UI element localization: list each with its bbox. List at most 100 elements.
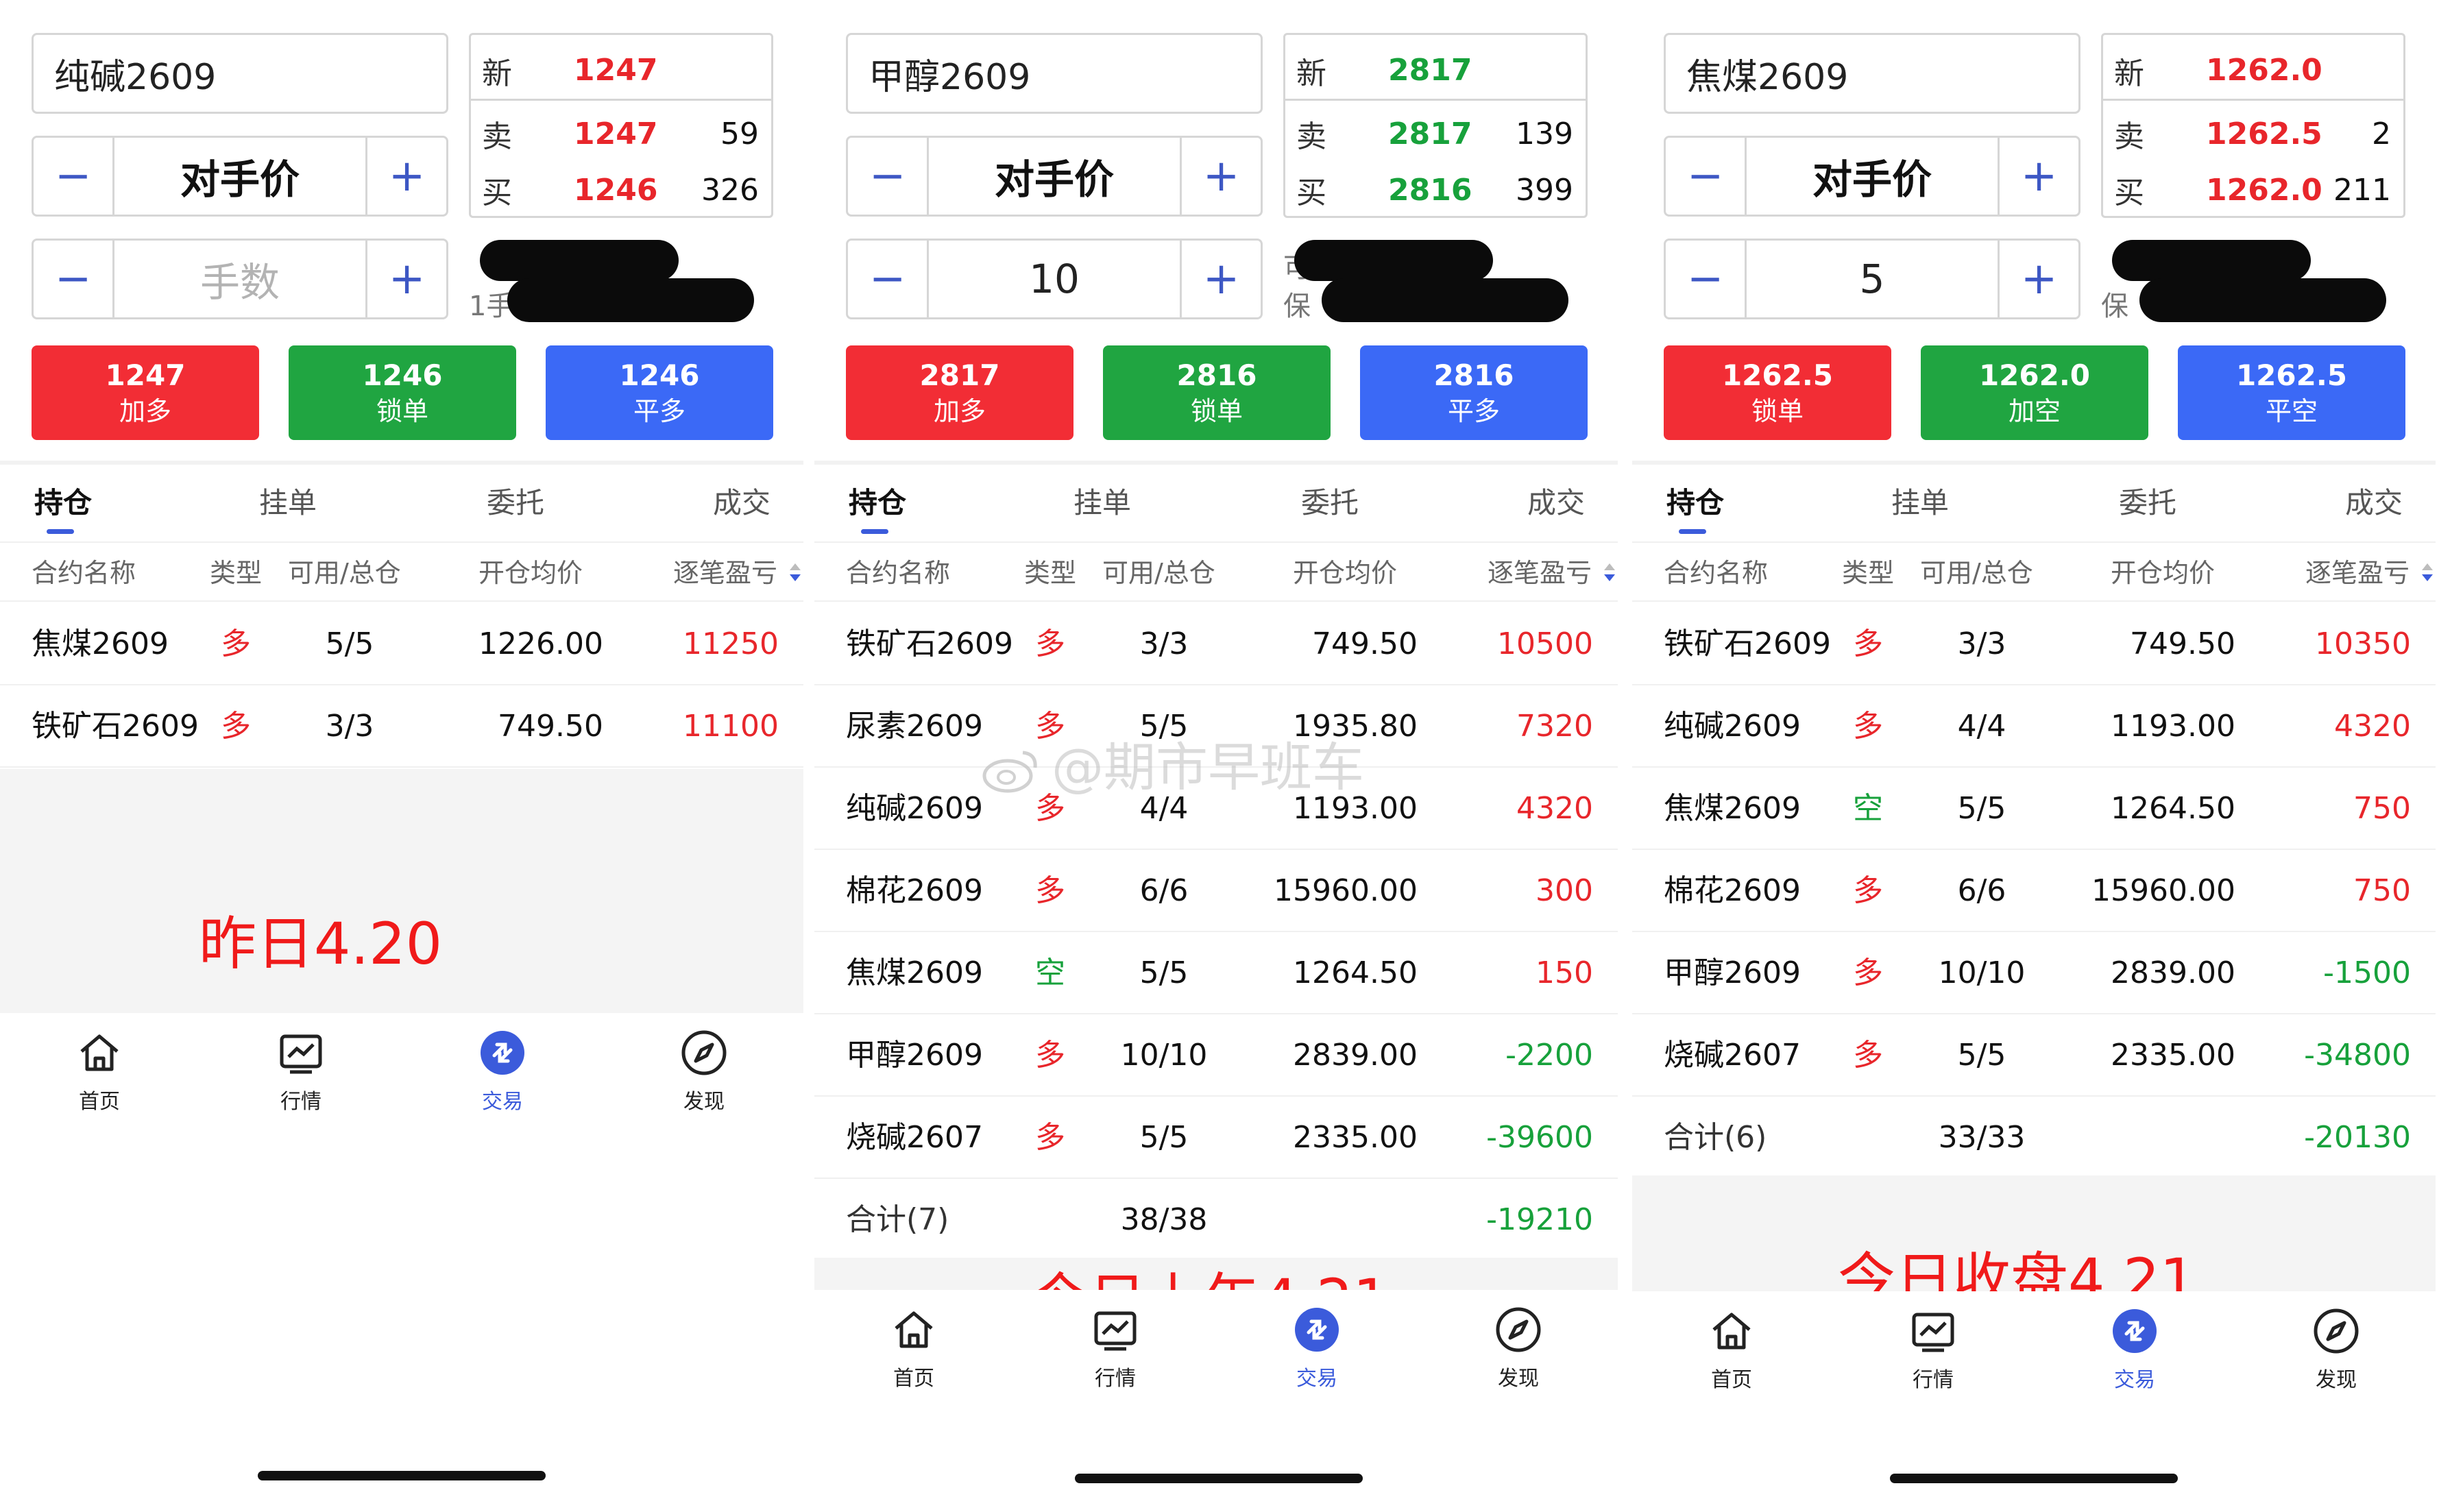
quantity-stepper[interactable]: −5 + bbox=[1664, 239, 2080, 319]
contract-input[interactable]: 焦煤2609 bbox=[1664, 33, 2080, 114]
quantity-stepper[interactable]: −10 + bbox=[846, 239, 1263, 319]
sort-icon[interactable] bbox=[1603, 563, 1616, 583]
position-tabs: 持仓 挂单 委托 成交 bbox=[814, 473, 1618, 533]
tab-4[interactable]: 成交 bbox=[713, 473, 770, 533]
tab-2[interactable]: 挂单 bbox=[1891, 473, 1949, 533]
tab-1[interactable]: 持仓 bbox=[34, 473, 92, 533]
table-row[interactable]: 铁矿石2609 多 3/3 749.50 10500 bbox=[814, 603, 1618, 685]
qty-decrease-button[interactable]: − bbox=[34, 241, 114, 317]
table-row[interactable]: 铁矿石2609 多 3/3 749.50 11100 bbox=[0, 685, 803, 768]
price-increase-button[interactable]: + bbox=[365, 138, 446, 215]
tab-2[interactable]: 挂单 bbox=[259, 473, 317, 533]
order-button-label: 加多 bbox=[933, 396, 986, 426]
nav-item-1[interactable]: 首页 bbox=[862, 1290, 965, 1391]
tab-1[interactable]: 持仓 bbox=[1666, 473, 1724, 533]
sort-icon[interactable] bbox=[788, 563, 802, 583]
table-row[interactable]: 烧碱2607 多 5/5 2335.00 -34800 bbox=[1632, 1014, 2436, 1097]
quantity-input[interactable]: 手数 bbox=[114, 250, 365, 308]
table-row[interactable]: 纯碱2609 多 4/4 1193.00 4320 bbox=[1632, 685, 2436, 768]
price-mode-stepper[interactable]: − 对手价 + bbox=[1664, 136, 2080, 217]
tab-4[interactable]: 成交 bbox=[1527, 473, 1585, 533]
price-decrease-button[interactable]: − bbox=[848, 138, 929, 215]
qty-increase-button[interactable]: + bbox=[1180, 241, 1261, 317]
column-header[interactable]: 逐笔盈亏 bbox=[1488, 543, 1592, 603]
price-decrease-button[interactable]: − bbox=[34, 138, 114, 215]
price-increase-button[interactable]: + bbox=[1180, 138, 1261, 215]
position-quantity: 3/3 bbox=[1139, 626, 1189, 661]
table-row[interactable]: 烧碱2607 多 5/5 2335.00 -39600 bbox=[814, 1097, 1618, 1179]
order-button-2[interactable]: 2816 锁单 bbox=[1103, 345, 1331, 440]
qty-decrease-button[interactable]: − bbox=[848, 241, 929, 317]
order-button-3[interactable]: 1246 平多 bbox=[546, 345, 773, 440]
order-button-price: 1262.5 bbox=[2235, 358, 2348, 392]
qty-increase-button[interactable]: + bbox=[1998, 241, 2078, 317]
tab-3[interactable]: 委托 bbox=[487, 473, 544, 533]
tab-3[interactable]: 委托 bbox=[2119, 473, 2176, 533]
order-button-1[interactable]: 2817 加多 bbox=[846, 345, 1073, 440]
qty-increase-button[interactable]: + bbox=[365, 241, 446, 317]
qty-decrease-button[interactable]: − bbox=[1666, 241, 1747, 317]
open-average-price: 1193.00 bbox=[2111, 709, 2235, 744]
price-mode-stepper[interactable]: − 对手价 + bbox=[846, 136, 1263, 217]
nav-item-3[interactable]: 交易 bbox=[451, 1013, 554, 1114]
price-mode-value[interactable]: 对手价 bbox=[929, 147, 1180, 205]
column-header[interactable]: 逐笔盈亏 bbox=[673, 543, 777, 603]
position-pnl: 7320 bbox=[1516, 709, 1593, 744]
column-header[interactable]: 逐笔盈亏 bbox=[2305, 543, 2410, 603]
price-mode-value[interactable]: 对手价 bbox=[1747, 147, 1998, 205]
tab-3[interactable]: 委托 bbox=[1301, 473, 1359, 533]
nav-item-3[interactable]: 交易 bbox=[2083, 1291, 2186, 1393]
nav-item-1[interactable]: 首页 bbox=[48, 1013, 151, 1114]
order-button-3[interactable]: 2816 平多 bbox=[1360, 345, 1588, 440]
quote-price-buy[interactable]: 2816 bbox=[1347, 173, 1484, 208]
price-mode-value[interactable]: 对手价 bbox=[114, 147, 365, 205]
price-mode-stepper[interactable]: − 对手价 + bbox=[32, 136, 448, 217]
order-button-2[interactable]: 1246 锁单 bbox=[289, 345, 516, 440]
price-decrease-button[interactable]: − bbox=[1666, 138, 1747, 215]
open-average-price: 1264.50 bbox=[2111, 791, 2235, 826]
table-row[interactable]: 焦煤2609 空 5/5 1264.50 750 bbox=[1632, 768, 2436, 850]
quantity-input[interactable]: 10 bbox=[929, 256, 1180, 302]
table-row[interactable]: 焦煤2609 空 5/5 1264.50 150 bbox=[814, 932, 1618, 1014]
quote-price-sell[interactable]: 1247 bbox=[533, 117, 670, 151]
nav-item-2[interactable]: 行情 bbox=[250, 1013, 352, 1114]
sort-icon[interactable] bbox=[2420, 563, 2434, 583]
table-row[interactable]: 甲醇2609 多 10/10 2839.00 -1500 bbox=[1632, 932, 2436, 1014]
nav-item-2[interactable]: 行情 bbox=[1064, 1290, 1167, 1391]
table-row[interactable]: 甲醇2609 多 10/10 2839.00 -2200 bbox=[814, 1014, 1618, 1097]
order-button-2[interactable]: 1262.0 加空 bbox=[1921, 345, 2148, 440]
quote-price-buy[interactable]: 1246 bbox=[533, 173, 670, 208]
order-button-1[interactable]: 1247 加多 bbox=[32, 345, 259, 440]
quote-price-sell[interactable]: 2817 bbox=[1347, 117, 1484, 151]
quote-price-new[interactable]: 1247 bbox=[533, 53, 670, 88]
nav-item-2[interactable]: 行情 bbox=[1882, 1291, 1985, 1393]
nav-item-1[interactable]: 首页 bbox=[1680, 1291, 1783, 1393]
tab-1[interactable]: 持仓 bbox=[849, 473, 906, 533]
table-row[interactable]: 棉花2609 多 6/6 15960.00 300 bbox=[814, 850, 1618, 932]
tab-2[interactable]: 挂单 bbox=[1073, 473, 1131, 533]
nav-item-4[interactable]: 发现 bbox=[2285, 1291, 2388, 1393]
table-row[interactable]: 铁矿石2609 多 3/3 749.50 10350 bbox=[1632, 603, 2436, 685]
quantity-input[interactable]: 5 bbox=[1747, 256, 1998, 302]
quantity-stepper[interactable]: − 手数 + bbox=[32, 239, 448, 319]
price-increase-button[interactable]: + bbox=[1998, 138, 2078, 215]
table-row[interactable]: 棉花2609 多 6/6 15960.00 750 bbox=[1632, 850, 2436, 932]
order-button-1[interactable]: 1262.5 锁单 bbox=[1664, 345, 1891, 440]
order-button-3[interactable]: 1262.5 平空 bbox=[2178, 345, 2405, 440]
table-row[interactable]: 焦煤2609 多 5/5 1226.00 11250 bbox=[0, 603, 803, 685]
contract-input[interactable]: 纯碱2609 bbox=[32, 33, 448, 114]
quote-price-new[interactable]: 2817 bbox=[1347, 53, 1484, 88]
quote-price-sell[interactable]: 1262.5 bbox=[2165, 117, 2322, 151]
nav-item-3[interactable]: 交易 bbox=[1265, 1290, 1368, 1391]
quote-price-buy[interactable]: 1262.0 bbox=[2165, 173, 2322, 208]
contract-name: 烧碱2607 bbox=[846, 1120, 983, 1155]
contract-input[interactable]: 甲醇2609 bbox=[846, 33, 1263, 114]
nav-item-4[interactable]: 发现 bbox=[1467, 1290, 1570, 1391]
quote-label-new: 新 bbox=[1296, 56, 1326, 91]
position-pnl: 10350 bbox=[2315, 626, 2411, 661]
quote-price-new[interactable]: 1262.0 bbox=[2165, 53, 2322, 88]
bottom-navigation: 首页 行情 交易 发现 bbox=[0, 1013, 803, 1130]
nav-item-4[interactable]: 发现 bbox=[653, 1013, 755, 1114]
tab-4[interactable]: 成交 bbox=[2345, 473, 2403, 533]
order-button-price: 2817 bbox=[919, 358, 1000, 392]
